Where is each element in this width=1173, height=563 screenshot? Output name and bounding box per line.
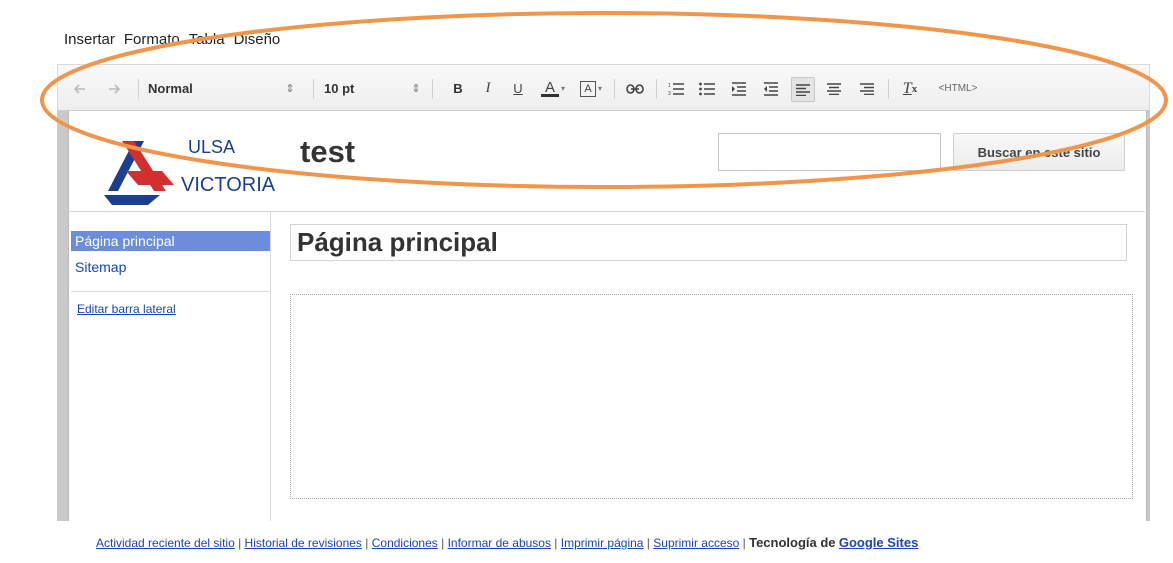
footer-link-print[interactable]: Imprimir página (561, 536, 644, 550)
text-color-button[interactable]: A ▾ (538, 65, 568, 112)
page-content-editor[interactable] (290, 294, 1133, 499)
undo-icon[interactable] (72, 65, 92, 112)
header-divider (68, 211, 1145, 212)
sidebar-item-sitemap[interactable]: Sitemap (71, 257, 270, 277)
indent-icon[interactable] (730, 65, 748, 112)
italic-button[interactable]: I (480, 65, 496, 112)
redo-icon[interactable] (102, 65, 122, 112)
ulsa-logo-mark (104, 141, 174, 205)
powered-by-label: Tecnología de (749, 535, 836, 550)
bold-button[interactable]: B (450, 65, 466, 112)
font-size-select[interactable]: 10 pt (324, 65, 399, 112)
footer-link-terms[interactable]: Condiciones (372, 536, 438, 550)
menu-bar: Insertar Formato Tabla Diseño (64, 31, 289, 55)
svg-text:3: 3 (668, 91, 671, 96)
link-icon[interactable] (623, 65, 647, 112)
clear-formatting-icon[interactable]: Tx (898, 65, 922, 112)
footer-link-remove-access[interactable]: Suprimir acceso (653, 536, 739, 550)
footer-link-revisions[interactable]: Historial de revisiones (245, 536, 362, 550)
search-button[interactable]: Buscar en este sitio (953, 133, 1125, 171)
menu-insertar[interactable]: Insertar (64, 31, 115, 55)
highlight-icon: A (579, 80, 596, 97)
search-input[interactable] (718, 133, 941, 171)
paragraph-style-value: Normal (148, 81, 193, 96)
site-logo[interactable]: ULSA VICTORIA (104, 133, 284, 208)
style-chevron-icon: ⇕ (285, 83, 295, 95)
logo-text-ulsa: ULSA (188, 137, 236, 157)
footer-link-activity[interactable]: Actividad reciente del sitio (96, 536, 235, 550)
logo-text-victoria: VICTORIA (181, 174, 276, 196)
text-color-icon: A (544, 78, 555, 96)
menu-diseno[interactable]: Diseño (234, 31, 281, 55)
paragraph-style-select[interactable]: Normal (148, 65, 278, 112)
size-chevron-icon: ⇕ (411, 83, 421, 95)
align-left-icon[interactable] (791, 77, 815, 102)
font-size-value: 10 pt (324, 81, 355, 96)
site-title[interactable]: test (300, 134, 355, 170)
edit-sidebar-link[interactable]: Editar barra lateral (77, 302, 176, 316)
html-button[interactable]: <HTML> (928, 65, 988, 112)
align-right-icon[interactable] (858, 65, 876, 112)
align-center-icon[interactable] (825, 65, 843, 112)
numbered-list-icon[interactable]: 13 (667, 65, 685, 112)
menu-tabla[interactable]: Tabla (189, 31, 225, 55)
formatting-toolbar: Normal ⇕ 10 pt ⇕ B I U A ▾ A ▾ 13 T x <H… (57, 64, 1150, 111)
sidebar-item-pagina-principal[interactable]: Página principal (71, 231, 270, 251)
background-color-button[interactable]: A ▾ (576, 65, 606, 112)
page-title-field[interactable]: Página principal (290, 224, 1127, 261)
site-footer: Actividad reciente del sitio | Historial… (96, 535, 919, 550)
sidebar-divider (270, 212, 271, 521)
menu-formato[interactable]: Formato (124, 31, 180, 55)
outdent-icon[interactable] (762, 65, 780, 112)
sidebar-separator (71, 291, 270, 292)
underline-button[interactable]: U (510, 65, 526, 112)
google-sites-link[interactable]: Google Sites (839, 535, 918, 550)
bulleted-list-icon[interactable] (698, 65, 716, 112)
svg-text:1: 1 (668, 83, 671, 89)
footer-link-report-abuse[interactable]: Informar de abusos (448, 536, 551, 550)
